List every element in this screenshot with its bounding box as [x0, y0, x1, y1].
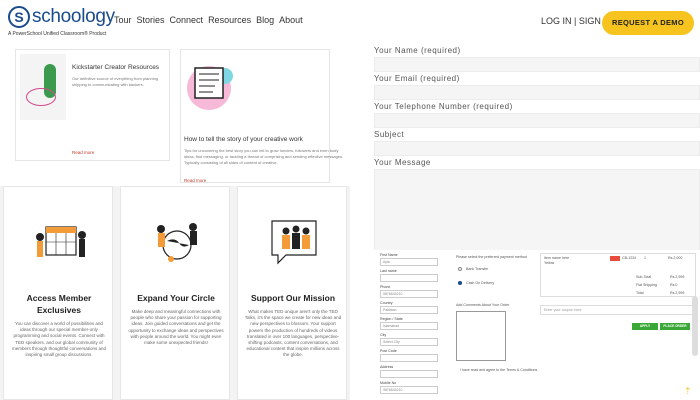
feature-title: Expand Your Circle: [137, 293, 215, 303]
feature-description: Make deep and meaningful connections wit…: [128, 309, 224, 346]
scroll-to-top-icon[interactable]: ⇡: [684, 386, 692, 396]
post-code-input[interactable]: [380, 354, 438, 362]
phone-input[interactable]: 5876543210: [380, 290, 438, 298]
comments-textarea[interactable]: [456, 311, 506, 361]
summary-value: Rs.0: [670, 283, 678, 287]
blog-card-image: [20, 54, 66, 120]
field-label: Region / State: [380, 317, 403, 321]
feature-description: You can discover a world of possibilitie…: [11, 321, 107, 358]
blog-section: Kickstarter Creator Resources Our defini…: [0, 44, 347, 186]
logo-tagline: A PowerSchool Unified Classroom® Product: [8, 31, 107, 37]
logo-wordmark: schoology: [32, 6, 115, 27]
item-qty: 1: [644, 256, 646, 260]
item-sub: Yellow: [544, 261, 555, 265]
city-select[interactable]: Select City: [380, 338, 438, 346]
swirl-illustration: [26, 88, 56, 106]
name-field[interactable]: [374, 57, 700, 72]
item-price: Rs.2,000: [668, 256, 683, 260]
payment-method-title: Please select the preferred payment meth…: [456, 255, 527, 259]
nav-tour[interactable]: Tour: [114, 15, 132, 25]
summary-label: Sub-Total: [636, 275, 652, 279]
address-input[interactable]: [380, 370, 438, 378]
subject-field[interactable]: [374, 141, 700, 156]
nav-resources[interactable]: Resources: [208, 15, 251, 25]
blog-card[interactable]: How to tell the story of your creative w…: [180, 49, 343, 183]
field-label: Last name: [380, 269, 397, 273]
nav-stories[interactable]: Stories: [137, 15, 165, 25]
summary-value: Rs.2,999: [670, 291, 685, 295]
logo-mark: S: [8, 6, 30, 28]
feature-card-expand: Expand Your Circle Make deep and meaning…: [120, 186, 230, 400]
payment-option-label: Bank Transfer: [466, 267, 489, 271]
summary-label: Flat Shipping: [636, 283, 657, 287]
nav-blog[interactable]: Blog: [256, 15, 274, 25]
nav-about[interactable]: About: [279, 15, 303, 25]
field-label: Mobile No: [380, 381, 397, 385]
blog-card-title[interactable]: How to tell the story of your creative w…: [184, 136, 303, 143]
region-select[interactable]: Islamabad: [380, 322, 438, 330]
telephone-label: Your Telephone Number (required): [374, 102, 513, 111]
main-nav: Tour Stories Connect Resources Blog Abou…: [114, 15, 303, 25]
field-label: Phone: [380, 285, 391, 289]
telephone-field[interactable]: [374, 113, 700, 128]
cod-radio[interactable]: [458, 281, 462, 285]
terms-checkbox-label[interactable]: I have read and agree to the Terms & Con…: [460, 368, 537, 372]
coupon-placeholder: Enter your coupon here: [544, 308, 582, 312]
feature-card-access: Access Member Exclusives You can discove…: [3, 186, 113, 400]
item-name: Item name here: [544, 256, 570, 260]
blog-card-text: Our definitive source of everything from…: [72, 76, 159, 87]
message-textarea[interactable]: [374, 169, 700, 259]
contact-form: Your Name (required) Your Email (require…: [371, 44, 700, 259]
item-code: CB-1234: [622, 256, 637, 260]
calendar-illustration: [36, 226, 86, 257]
name-label: Your Name (required): [374, 46, 461, 55]
field-label: Address: [380, 365, 394, 369]
field-label: City: [380, 333, 387, 337]
feature-card-support: Support Our Mission What makes TED uniqu…: [237, 186, 347, 400]
features-band: Access Member Exclusives You can discove…: [0, 186, 350, 400]
nav-connect[interactable]: Connect: [170, 15, 204, 25]
summary-value: Rs.2,999: [670, 275, 685, 279]
feature-description: What makes TED unique aren't only the TE…: [244, 309, 342, 358]
page: S schoology A PowerSchool Unified Classr…: [0, 0, 700, 400]
checkout-section: First Name Ayla Last name Phone 58765432…: [350, 250, 700, 400]
feature-title: Access Member: [26, 293, 92, 303]
blog-card-text: Tips for uncovering the best story you c…: [184, 148, 344, 165]
globe-people-illustration: [157, 223, 197, 262]
schoology-logo[interactable]: S schoology A PowerSchool Unified Classr…: [8, 6, 115, 40]
comments-label: Add Comments About Your Order: [456, 303, 510, 307]
place-order-button[interactable]: PLACE ORDER: [660, 323, 690, 330]
scrollbar[interactable]: [692, 296, 698, 356]
feature-title-line2: Exclusives: [37, 305, 81, 315]
blog-card-title[interactable]: Kickstarter Creator Resources: [72, 64, 159, 71]
bank-transfer-radio[interactable]: [458, 267, 462, 271]
country-select[interactable]: Pakistan: [380, 306, 438, 314]
field-label: Country: [380, 301, 393, 305]
storyboard-illustration: [187, 66, 233, 110]
read-more-link[interactable]: Read more: [72, 150, 94, 155]
mobile-input[interactable]: 9876543210: [380, 386, 438, 394]
field-label: First Name: [380, 253, 398, 257]
site-header: S schoology A PowerSchool Unified Classr…: [0, 0, 700, 44]
email-label: Your Email (required): [374, 74, 460, 83]
feature-title: Support Our Mission: [250, 293, 336, 303]
item-code-badge: [610, 256, 620, 261]
subject-label: Subject: [374, 130, 405, 139]
email-field[interactable]: [374, 85, 700, 100]
message-label: Your Message: [374, 158, 431, 167]
first-name-input[interactable]: Ayla: [380, 258, 438, 266]
payment-option-label: Cash On Delivery: [466, 281, 495, 285]
field-label: Post Code: [380, 349, 397, 353]
read-more-link[interactable]: Read more: [184, 178, 206, 183]
blog-card[interactable]: Kickstarter Creator Resources Our defini…: [15, 49, 170, 161]
apply-coupon-button[interactable]: APPLY: [632, 323, 658, 330]
request-demo-button[interactable]: REQUEST A DEMO: [602, 11, 694, 35]
last-name-input[interactable]: [380, 274, 438, 282]
speech-bubble-people-illustration: [271, 220, 317, 265]
summary-label: Total: [636, 291, 644, 295]
